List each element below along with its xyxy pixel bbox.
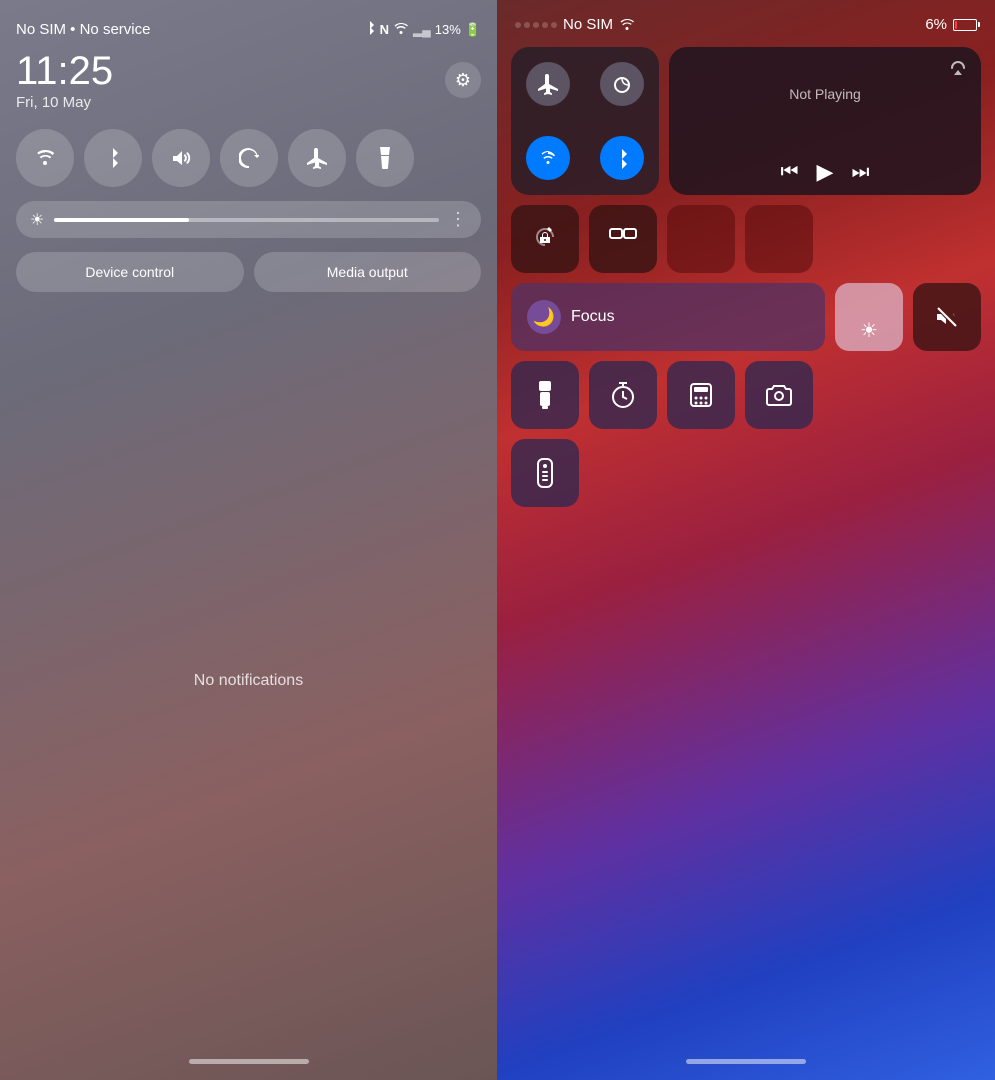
battery-shell [953,19,977,31]
focus-label: Focus [571,308,615,326]
android-airplane-tile[interactable] [288,129,346,187]
ios-battery-icon [953,19,977,31]
brightness-options-button[interactable]: ⋮ [449,209,467,230]
bluetooth-icon-circle [600,136,644,180]
settings-button[interactable]: ⚙ [445,62,481,98]
airplay-icon[interactable] [949,59,967,80]
remote-button[interactable] [511,439,579,507]
signal-icon: ▂▄ [413,23,431,37]
ios-battery-percent: 6% [925,16,947,33]
cc-row-4 [511,361,981,429]
remote-icon [536,457,554,489]
ios-panel: No SIM 6% [497,0,995,1080]
cellular-button[interactable] [585,47,659,121]
media-output-button[interactable]: Media output [254,252,482,292]
ios-wifi-ctrl-icon [538,150,558,166]
android-home-indicator[interactable] [189,1059,309,1064]
android-battery: 13% [435,22,461,37]
now-playing-top [683,59,967,80]
timer-button[interactable] [589,361,657,429]
cc-row-3: 🌙 Focus ☀ [511,283,981,351]
android-action-buttons: Device control Media output [16,252,481,292]
android-flashlight-tile[interactable] [356,129,414,187]
android-carrier: No SIM • No service [16,21,150,38]
camera-button[interactable] [745,361,813,429]
ios-bluetooth-button[interactable] [585,121,659,195]
android-sync-tile[interactable] [220,129,278,187]
device-control-button[interactable]: Device control [16,252,244,292]
now-playing-controls: ⏮ ▶ ⏭ [683,159,967,185]
signal-dot-4 [542,22,548,28]
android-bluetooth-tile[interactable] [84,129,142,187]
calculator-icon [689,382,713,408]
airplay-svg [949,59,967,75]
cellular-icon-circle [600,62,644,106]
ios-tile-extra-2[interactable] [745,205,813,273]
android-quick-tiles [16,129,481,187]
ios-wifi-button[interactable] [511,121,585,195]
airplane-icon [537,73,559,95]
ios-bluetooth-icon [615,147,629,169]
mute-icon [936,306,958,328]
flashlight-button[interactable] [511,361,579,429]
cellular-icon [612,75,632,93]
signal-dot-3 [533,22,539,28]
nfc-icon: N [380,22,389,37]
now-playing-tile[interactable]: Not Playing ⏮ ▶ ⏭ [669,47,981,195]
rotation-lock-icon [532,226,558,252]
no-notifications-label: No notifications [16,312,481,1049]
wifi-icon-circle [526,136,570,180]
flashlight-icon [536,381,554,409]
control-center-grid: Not Playing ⏮ ▶ ⏭ [511,47,981,507]
play-button[interactable]: ▶ [817,159,834,185]
focus-button[interactable]: 🌙 Focus [511,283,825,351]
android-sound-tile[interactable] [152,129,210,187]
android-wifi-tile[interactable] [16,129,74,187]
camera-icon [765,383,793,407]
brightness-sun-icon: ☀ [860,318,878,343]
airplane-icon-circle [526,62,570,106]
battery-icon: 🔋 [465,22,481,38]
bluetooth-icon [364,20,376,39]
ios-status-right: 6% [925,16,977,33]
screen-mirror-icon [609,228,637,250]
brightness-bar[interactable] [54,218,439,222]
airplane-mode-button[interactable] [511,47,585,121]
signal-dot-2 [524,22,530,28]
focus-moon-icon: 🌙 [527,300,561,334]
cc-row-5 [511,439,981,507]
now-playing-title: Not Playing [683,86,967,102]
android-date: Fri, 10 May [16,94,113,111]
android-status-bar: No SIM • No service N ▂▄ 13% 🔋 [16,20,481,39]
screen-mirror-button[interactable] [589,205,657,273]
cc-row-2 [511,205,981,273]
fast-forward-button[interactable]: ⏭ [851,161,869,184]
brightness-fill [54,218,189,222]
battery-fill [955,21,957,29]
brightness-row: ☀ ⋮ [16,201,481,238]
connectivity-tile[interactable] [511,47,659,195]
cc-row-1: Not Playing ⏮ ▶ ⏭ [511,47,981,195]
rotation-lock-button[interactable] [511,205,579,273]
brightness-button[interactable]: ☀ [835,283,903,351]
calculator-button[interactable] [667,361,735,429]
android-status-right: N ▂▄ 13% 🔋 [364,20,481,39]
android-time: 11:25 [16,49,113,94]
brightness-icon: ☀ [30,210,44,230]
ios-carrier: No SIM [563,16,613,33]
android-time-row: 11:25 Fri, 10 May ⚙ [16,49,481,111]
android-panel: No SIM • No service N ▂▄ 13% 🔋 11:25 Fri… [0,0,497,1080]
rewind-button[interactable]: ⏮ [781,161,799,184]
signal-dot-5 [551,22,557,28]
ios-status-left: No SIM [515,16,635,33]
mute-button[interactable] [913,283,981,351]
signal-dot-1 [515,22,521,28]
ios-status-bar: No SIM 6% [511,16,981,33]
ios-wifi-icon [619,18,635,31]
ios-tile-extra-1[interactable] [667,205,735,273]
ios-home-indicator[interactable] [686,1059,806,1064]
wifi-status-icon [393,22,409,37]
timer-icon [609,381,637,409]
ios-signal-dots [515,22,557,28]
